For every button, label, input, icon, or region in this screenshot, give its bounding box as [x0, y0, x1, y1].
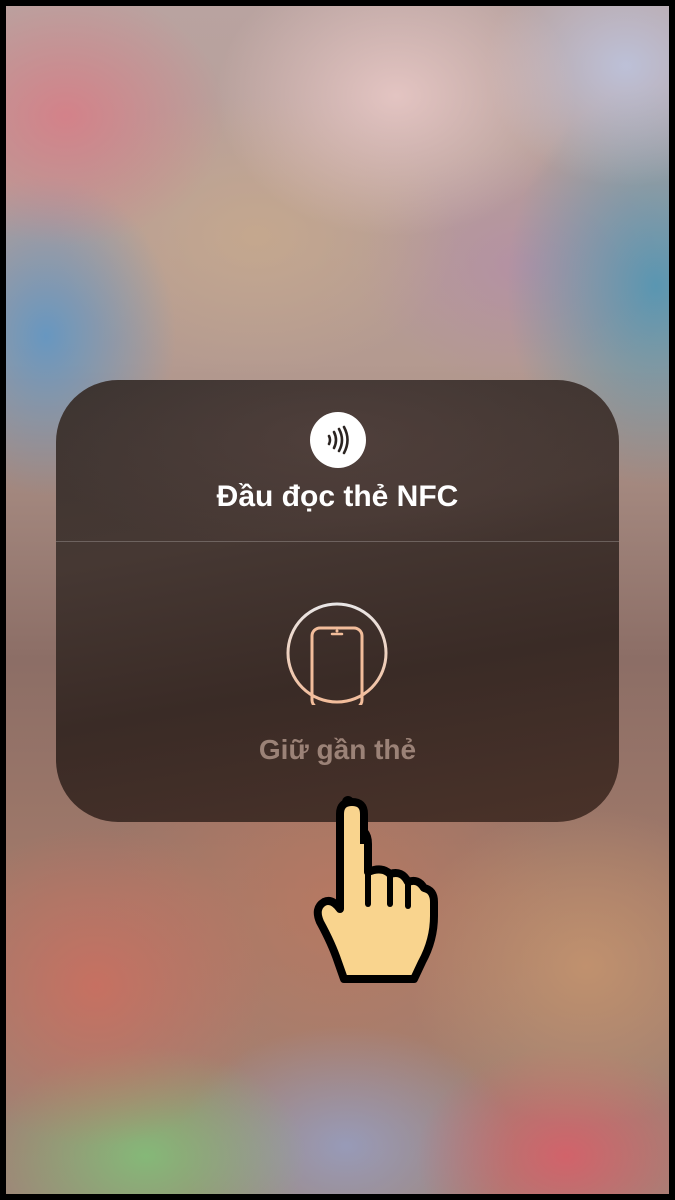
- hold-near-card-hint: Giữ gần thẻ: [258, 734, 417, 765]
- nfc-contactless-icon: [310, 412, 366, 468]
- divider: [56, 541, 619, 542]
- hand-pointer-icon: [310, 794, 440, 984]
- sheet-title: Đầu đọc thẻ NFC: [216, 480, 459, 513]
- nfc-reader-sheet: Đầu đọc thẻ NFC Giữ gần thẻ: [56, 380, 619, 822]
- blurred-background: Đầu đọc thẻ NFC Giữ gần thẻ: [6, 6, 669, 1194]
- phone-outline-icon: [285, 601, 389, 710]
